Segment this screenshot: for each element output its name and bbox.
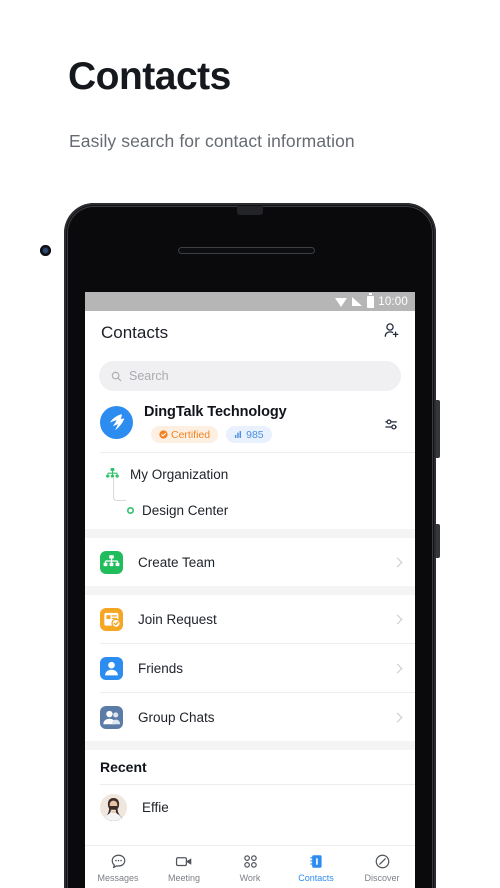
bar-chart-icon — [235, 431, 242, 438]
recent-section-header: Recent — [85, 750, 415, 784]
friends-icon — [100, 656, 123, 680]
grid-apps-icon — [242, 852, 259, 871]
list-item-recent-contact[interactable]: Effie — [85, 785, 415, 829]
tab-label: Contacts — [298, 872, 334, 883]
tree-child-label: Design Center — [142, 502, 229, 518]
organization-info: DingTalk Technology Certified 985 — [133, 404, 384, 443]
list-item-label: Join Request — [138, 611, 217, 627]
tree-item-design-center[interactable]: Design Center — [85, 497, 415, 523]
recent-contact-name: Effie — [142, 799, 169, 815]
phone-notch — [237, 206, 263, 215]
chevron-right-icon — [392, 614, 403, 624]
join-request-icon — [100, 607, 123, 631]
add-person-icon[interactable] — [383, 322, 401, 345]
section-gap — [85, 529, 415, 538]
signal-icon — [352, 296, 363, 307]
tab-work[interactable]: Work — [217, 852, 283, 883]
list-item-label: Friends — [138, 660, 184, 676]
sliders-icon[interactable] — [384, 404, 401, 438]
organization-tree: My Organization Design Center — [85, 453, 415, 529]
chevron-right-icon — [392, 663, 403, 673]
create-team-icon — [100, 550, 123, 574]
chat-bubble-icon — [110, 852, 127, 871]
tree-root-label: My Organization — [130, 466, 229, 482]
promo-page: Contacts Easily search for contact infor… — [0, 0, 500, 888]
list-item-label: Group Chats — [138, 709, 215, 725]
battery-icon — [367, 293, 375, 308]
chevron-right-icon — [392, 557, 403, 567]
contact-book-icon — [308, 852, 325, 871]
status-badge-members: 985 — [226, 426, 272, 443]
status-bar-clock: 10:00 — [378, 295, 408, 308]
app-title: Contacts — [101, 323, 169, 342]
search-icon — [111, 371, 122, 381]
list-item-group-chats[interactable]: Group Chats — [85, 693, 415, 741]
volume-button[interactable] — [436, 524, 440, 558]
list-item-join-request[interactable]: Join Request — [85, 595, 415, 643]
tab-label: Discover — [364, 872, 400, 883]
page-subtitle: Easily search for contact information — [69, 131, 355, 151]
wifi-icon — [335, 297, 348, 307]
status-badge-certified: Certified — [151, 426, 219, 443]
list-item-create-team[interactable]: Create Team — [85, 538, 415, 586]
dingtalk-logo-icon — [100, 406, 133, 439]
list-item-label: Create Team — [138, 554, 216, 570]
chevron-right-icon — [392, 712, 403, 722]
status-bar: 10:00 — [85, 292, 415, 311]
verified-badge-icon — [159, 430, 168, 439]
front-camera-icon — [40, 245, 51, 256]
user-photo-avatar — [100, 793, 127, 821]
search-input[interactable]: Search — [99, 361, 401, 391]
earpiece-speaker — [178, 247, 315, 254]
recent-title: Recent — [100, 759, 147, 775]
members-count: 985 — [246, 428, 264, 441]
compass-icon — [374, 852, 391, 871]
tab-meeting[interactable]: Meeting — [151, 852, 217, 883]
node-ring-icon — [127, 507, 134, 514]
list-item-friends[interactable]: Friends — [85, 644, 415, 692]
search-container: Search — [85, 355, 415, 399]
group-chats-icon — [100, 705, 123, 729]
tab-messages[interactable]: Messages — [85, 852, 151, 883]
page-title: Contacts — [68, 55, 231, 98]
section-gap — [85, 586, 415, 595]
tree-item-my-organization[interactable]: My Organization — [85, 461, 415, 487]
video-camera-icon — [175, 852, 194, 871]
tab-label: Meeting — [167, 872, 201, 883]
organization-badges: Certified 985 — [144, 426, 384, 443]
organization-name: DingTalk Technology — [144, 404, 287, 420]
bottom-tab-bar: Messages Meeting Work Contacts Discover — [85, 845, 415, 888]
tab-contacts[interactable]: Contacts — [283, 852, 349, 883]
certified-label: Certified — [171, 428, 211, 441]
search-placeholder: Search — [129, 369, 169, 383]
tab-label: Work — [239, 872, 261, 883]
power-button[interactable] — [436, 400, 440, 458]
section-gap — [85, 741, 415, 750]
phone-screen: 10:00 Contacts Search DingTalk Technolog… — [85, 292, 415, 888]
app-header: Contacts — [85, 311, 415, 355]
tab-discover[interactable]: Discover — [349, 852, 415, 883]
organization-row[interactable]: DingTalk Technology Certified 985 — [85, 399, 415, 452]
tab-label: Messages — [97, 872, 139, 883]
